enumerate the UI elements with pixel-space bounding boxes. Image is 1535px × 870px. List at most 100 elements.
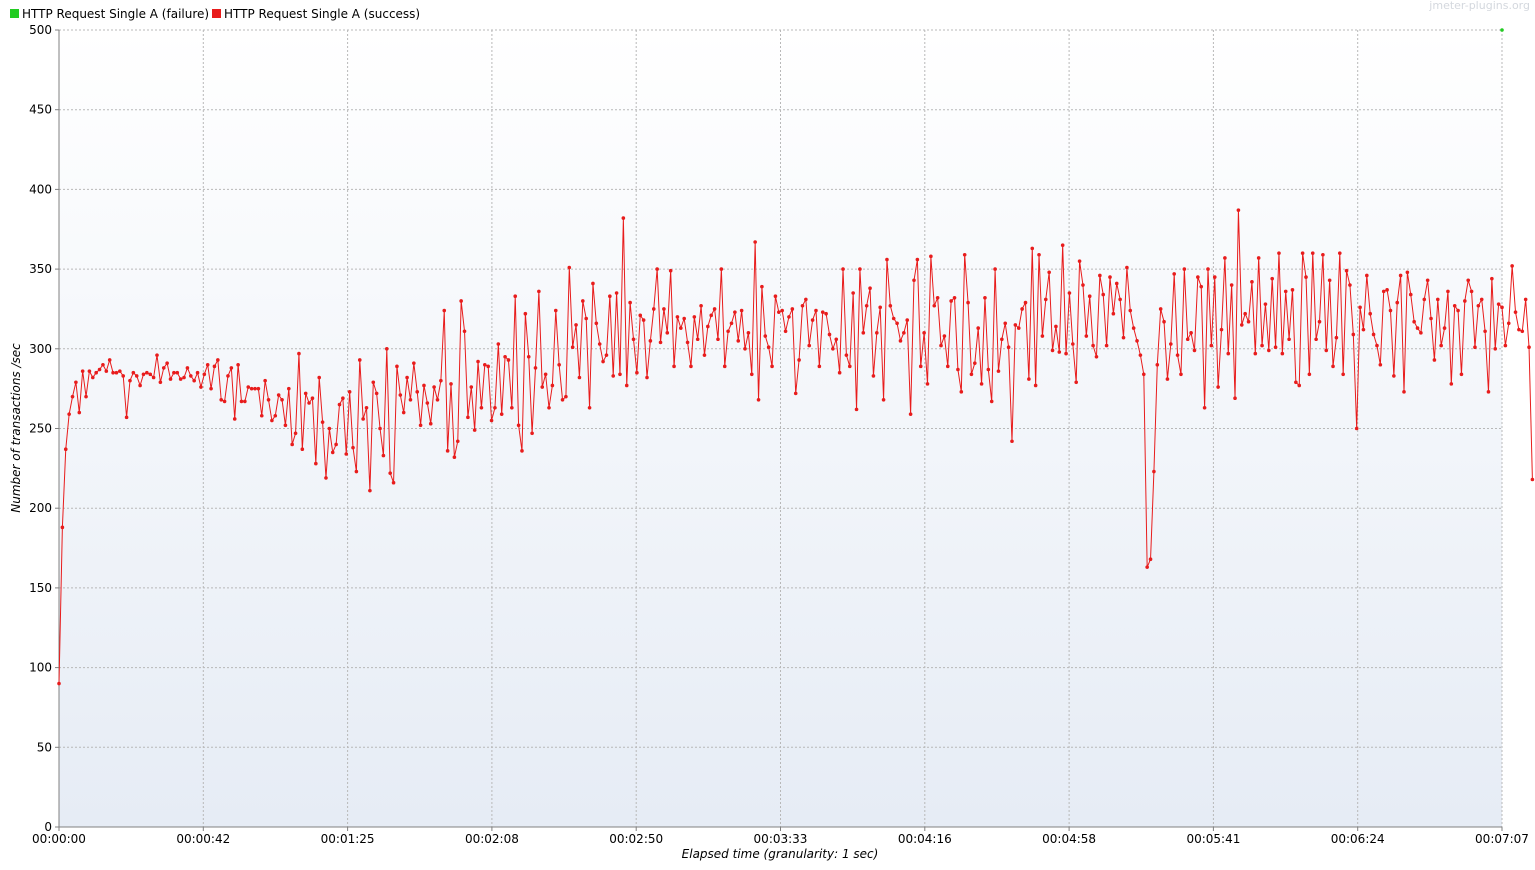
data-point[interactable]: [1270, 276, 1274, 281]
data-point[interactable]: [229, 366, 234, 370]
data-point[interactable]: [114, 370, 119, 375]
data-point[interactable]: [1388, 308, 1393, 313]
data-point[interactable]: [929, 254, 933, 259]
data-point[interactable]: [1020, 307, 1024, 311]
data-point[interactable]: [520, 449, 524, 453]
data-point[interactable]: [577, 375, 582, 380]
data-point[interactable]: [1287, 337, 1291, 342]
data-point[interactable]: [699, 303, 703, 308]
data-point[interactable]: [790, 307, 795, 311]
data-point[interactable]: [479, 405, 484, 410]
data-point[interactable]: [996, 369, 1001, 373]
data-point[interactable]: [1246, 319, 1251, 324]
data-point[interactable]: [1344, 268, 1349, 273]
data-point[interactable]: [726, 329, 730, 334]
data-point[interactable]: [506, 358, 511, 362]
data-point[interactable]: [966, 300, 970, 305]
data-point[interactable]: [192, 378, 196, 383]
data-point[interactable]: [314, 461, 318, 466]
data-point[interactable]: [709, 313, 714, 318]
data-point[interactable]: [875, 331, 879, 335]
data-point[interactable]: [922, 331, 926, 335]
data-point[interactable]: [1277, 251, 1281, 255]
data-point[interactable]: [793, 391, 798, 396]
data-point[interactable]: [1223, 256, 1227, 260]
data-point[interactable]: [266, 398, 271, 402]
data-point[interactable]: [591, 281, 595, 286]
data-point[interactable]: [912, 278, 916, 283]
data-point[interactable]: [185, 366, 190, 370]
data-point[interactable]: [1219, 327, 1224, 332]
data-point[interactable]: [1452, 303, 1457, 308]
data-point[interactable]: [1310, 251, 1315, 255]
data-point[interactable]: [770, 364, 774, 369]
data-point[interactable]: [932, 303, 937, 308]
data-point[interactable]: [486, 364, 490, 369]
data-point[interactable]: [128, 378, 132, 383]
data-point[interactable]: [145, 370, 149, 375]
data-point[interactable]: [1003, 321, 1008, 326]
data-point[interactable]: [378, 426, 382, 431]
data-point[interactable]: [1226, 351, 1231, 356]
data-point[interactable]: [1033, 383, 1038, 388]
data-point[interactable]: [199, 385, 203, 389]
data-point[interactable]: [1300, 251, 1305, 255]
data-point[interactable]: [831, 347, 835, 351]
data-point[interactable]: [111, 370, 115, 375]
data-point[interactable]: [608, 294, 612, 299]
data-point[interactable]: [939, 343, 943, 348]
data-point[interactable]: [182, 375, 186, 380]
data-point[interactable]: [1304, 275, 1308, 279]
data-point[interactable]: [118, 369, 122, 373]
data-point[interactable]: [341, 396, 345, 401]
data-point[interactable]: [1047, 270, 1051, 275]
data-point[interactable]: [1361, 327, 1366, 332]
data-point[interactable]: [1043, 297, 1048, 302]
data-point[interactable]: [422, 383, 426, 388]
data-point[interactable]: [675, 315, 680, 319]
data-point[interactable]: [837, 370, 842, 375]
data-point[interactable]: [733, 310, 737, 314]
data-point[interactable]: [983, 295, 987, 300]
data-point[interactable]: [1013, 323, 1018, 327]
data-point[interactable]: [587, 405, 592, 410]
data-point[interactable]: [1375, 343, 1379, 348]
data-point[interactable]: [364, 405, 369, 410]
data-point[interactable]: [787, 315, 791, 319]
data-point[interactable]: [878, 305, 882, 310]
data-point[interactable]: [1000, 337, 1004, 342]
data-point[interactable]: [614, 291, 619, 295]
data-point[interactable]: [195, 370, 200, 375]
data-point[interactable]: [493, 405, 497, 410]
data-point[interactable]: [1442, 326, 1447, 330]
data-point[interactable]: [158, 380, 163, 385]
data-point[interactable]: [1290, 288, 1295, 292]
data-point[interactable]: [949, 299, 953, 303]
data-point[interactable]: [1500, 28, 1504, 32]
data-point[interactable]: [763, 334, 768, 338]
data-point[interactable]: [871, 374, 876, 378]
data-point[interactable]: [895, 321, 899, 326]
data-point[interactable]: [1395, 300, 1400, 305]
data-point[interactable]: [817, 364, 822, 369]
data-point[interactable]: [628, 300, 632, 305]
data-point[interactable]: [1098, 273, 1102, 278]
data-point[interactable]: [739, 308, 744, 313]
data-point[interactable]: [1263, 302, 1268, 306]
data-point[interactable]: [1439, 343, 1443, 348]
data-point[interactable]: [87, 369, 92, 373]
data-point[interactable]: [290, 442, 294, 447]
data-point[interactable]: [283, 423, 288, 428]
data-point[interactable]: [1202, 405, 1207, 410]
data-point[interactable]: [905, 318, 910, 322]
data-point[interactable]: [428, 421, 433, 426]
data-point[interactable]: [973, 361, 977, 365]
data-point[interactable]: [1392, 374, 1396, 378]
data-point[interactable]: [1408, 292, 1413, 297]
data-point[interactable]: [1054, 324, 1058, 329]
data-point[interactable]: [138, 383, 142, 388]
data-point[interactable]: [601, 359, 605, 364]
data-point[interactable]: [408, 398, 413, 402]
data-point[interactable]: [351, 445, 355, 450]
data-point[interactable]: [1419, 331, 1423, 335]
